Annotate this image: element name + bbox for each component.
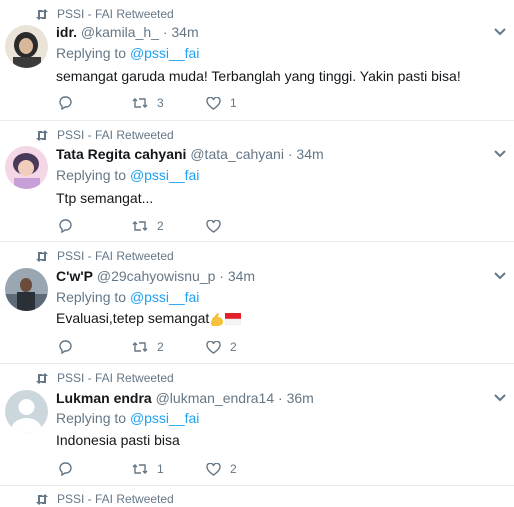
tweet-actions: 1 2 [58, 462, 280, 476]
like-count: 2 [230, 462, 237, 476]
handle[interactable]: @kamila_h_ [81, 24, 159, 40]
retweet-icon [36, 372, 48, 384]
retweet-button[interactable]: 1 [132, 462, 206, 476]
retweet-context: PSSI - FAI Retweeted [35, 492, 174, 506]
chevron-down-icon[interactable] [494, 394, 506, 402]
like-button[interactable]: 1 [206, 96, 280, 110]
tweet-actions: 3 1 [58, 96, 280, 110]
retweet-button[interactable]: 2 [132, 340, 206, 354]
tweet-header: Lukman endra @lukman_endra14 · 36m [56, 390, 314, 406]
mention-link[interactable]: @pssi__fai [130, 289, 199, 305]
timestamp[interactable]: 34m [228, 268, 255, 284]
tweet-item[interactable]: PSSI - FAI Retweeted C'w'P @29cahyowisnu… [0, 242, 514, 364]
like-button[interactable]: 2 [206, 340, 280, 354]
reply-button[interactable] [58, 96, 132, 110]
timestamp[interactable]: 34m [171, 24, 198, 40]
retweet-label: PSSI - FAI Retweeted [57, 371, 174, 385]
retweet-icon [132, 98, 148, 108]
tweet-text: semangat garuda muda! Terbanglah yang ti… [56, 68, 461, 84]
display-name[interactable]: C'w'P [56, 268, 93, 284]
heart-icon [206, 96, 221, 110]
retweet-count: 2 [157, 340, 164, 354]
retweet-button[interactable]: 2 [132, 219, 206, 233]
heart-icon [206, 340, 221, 354]
avatar[interactable] [5, 390, 48, 433]
retweet-count: 3 [157, 96, 164, 110]
like-button[interactable] [206, 219, 280, 233]
retweet-label: PSSI - FAI Retweeted [57, 249, 174, 263]
tweet-actions: 2 [58, 219, 280, 233]
avatar[interactable] [5, 146, 48, 189]
tweet-text: Evaluasi,tetep semangat [56, 310, 242, 327]
retweet-icon [36, 8, 48, 20]
tweet-item[interactable]: PSSI - FAI Retweeted [0, 486, 514, 507]
retweet-button[interactable]: 3 [132, 96, 206, 110]
retweet-context: PSSI - FAI Retweeted [35, 128, 174, 142]
reply-button[interactable] [58, 340, 132, 354]
indonesia-flag-icon [225, 313, 242, 326]
mention-link[interactable]: @pssi__fai [130, 410, 199, 426]
retweet-icon [36, 129, 48, 141]
handle[interactable]: @lukman_endra14 [156, 390, 275, 406]
replying-to: Replying to @pssi__fai [56, 289, 200, 305]
tweet-actions: 2 2 [58, 340, 280, 354]
reply-icon [59, 219, 72, 233]
replying-to: Replying to @pssi__fai [56, 45, 200, 61]
avatar[interactable] [5, 25, 48, 68]
handle[interactable]: @tata_cahyani [190, 146, 284, 162]
reply-icon [59, 340, 72, 354]
tweet-text: Ttp semangat... [56, 190, 154, 206]
retweet-icon [132, 464, 148, 474]
avatar[interactable] [5, 268, 48, 311]
like-count: 1 [230, 96, 237, 110]
display-name[interactable]: idr. [56, 24, 77, 40]
reply-button[interactable] [58, 462, 132, 476]
tweet-item[interactable]: PSSI - FAI Retweeted Tata Regita cahyani… [0, 121, 514, 242]
like-count: 2 [230, 340, 237, 354]
timestamp[interactable]: 36m [287, 390, 314, 406]
retweet-icon [36, 493, 48, 505]
handle[interactable]: @29cahyowisnu_p [97, 268, 216, 284]
retweet-icon [132, 342, 148, 352]
timestamp[interactable]: 34m [296, 146, 323, 162]
retweet-count: 2 [157, 219, 164, 233]
reply-button[interactable] [58, 219, 132, 233]
tweet-header: Tata Regita cahyani @tata_cahyani · 34m [56, 146, 324, 162]
replying-to: Replying to @pssi__fai [56, 410, 200, 426]
display-name[interactable]: Tata Regita cahyani [56, 146, 186, 162]
retweet-label: PSSI - FAI Retweeted [57, 492, 174, 506]
retweet-label: PSSI - FAI Retweeted [57, 7, 174, 21]
mention-link[interactable]: @pssi__fai [130, 167, 199, 183]
retweet-icon [132, 221, 148, 231]
reply-icon [59, 462, 72, 476]
replying-to: Replying to @pssi__fai [56, 167, 200, 183]
retweet-icon [36, 250, 48, 262]
tweet-header: idr. @kamila_h_ · 34m [56, 24, 199, 40]
tweet-text: Indonesia pasti bisa [56, 432, 180, 448]
retweet-context: PSSI - FAI Retweeted [35, 371, 174, 385]
tweet-item[interactable]: PSSI - FAI Retweeted Lukman endra @lukma… [0, 364, 514, 486]
reply-icon [59, 96, 72, 110]
chevron-down-icon[interactable] [494, 28, 506, 36]
heart-icon [206, 462, 221, 476]
flexed-biceps-emoji-icon [211, 313, 224, 327]
display-name[interactable]: Lukman endra [56, 390, 152, 406]
mention-link[interactable]: @pssi__fai [130, 45, 199, 61]
chevron-down-icon[interactable] [494, 272, 506, 280]
retweet-count: 1 [157, 462, 164, 476]
tweet-header: C'w'P @29cahyowisnu_p · 34m [56, 268, 256, 284]
retweet-context: PSSI - FAI Retweeted [35, 249, 174, 263]
heart-icon [206, 219, 221, 233]
retweet-label: PSSI - FAI Retweeted [57, 128, 174, 142]
like-button[interactable]: 2 [206, 462, 280, 476]
tweet-item[interactable]: PSSI - FAI Retweeted idr. @kamila_h_ · 3… [0, 0, 514, 121]
chevron-down-icon[interactable] [494, 150, 506, 158]
retweet-context: PSSI - FAI Retweeted [35, 7, 174, 21]
